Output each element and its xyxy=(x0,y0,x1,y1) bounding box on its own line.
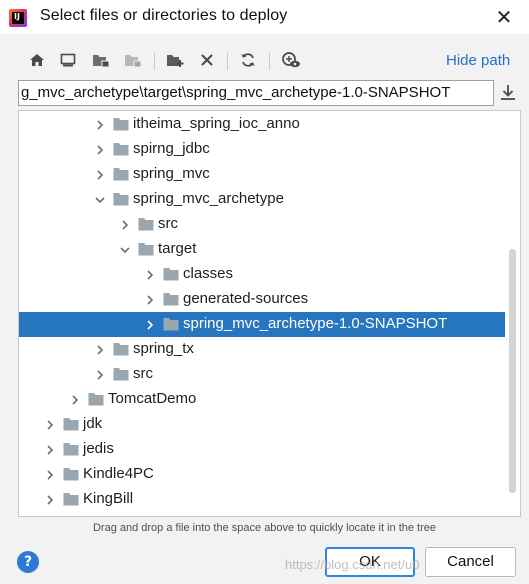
chevron-right-icon[interactable] xyxy=(44,468,56,480)
chevron-right-icon[interactable] xyxy=(44,493,56,505)
desktop-button[interactable] xyxy=(57,49,79,71)
folder-icon xyxy=(63,467,79,481)
toolbar-separator xyxy=(227,52,228,70)
chevron-right-icon[interactable] xyxy=(44,418,56,430)
tree-row-label: Kindle4PC xyxy=(83,465,154,482)
download-button[interactable] xyxy=(499,83,519,103)
tree-row[interactable]: generated-sources xyxy=(19,287,505,312)
tree-row[interactable]: spring_mvc_archetype xyxy=(19,187,505,212)
module-folder-icon xyxy=(125,55,142,68)
folder-icon xyxy=(163,317,179,331)
project-button[interactable] xyxy=(90,49,112,71)
home-button[interactable] xyxy=(26,49,48,71)
chevron-right-icon[interactable] xyxy=(94,168,106,180)
folder-icon xyxy=(63,492,79,506)
scrollbar-thumb[interactable] xyxy=(509,249,516,493)
chevron-down-icon[interactable] xyxy=(119,243,131,255)
refresh-button[interactable] xyxy=(237,49,259,71)
tree-row[interactable]: spring_mvc xyxy=(19,162,505,187)
tree-row-label: spring_mvc_archetype-1.0-SNAPSHOT xyxy=(183,315,448,332)
drag-drop-hint: Drag and drop a file into the space abov… xyxy=(92,522,437,534)
refresh-icon xyxy=(241,53,255,67)
tree-row[interactable]: jdk xyxy=(19,412,505,437)
tree-row[interactable]: Kindle4PC xyxy=(19,462,505,487)
tree-row-label: target xyxy=(158,240,197,257)
folder-icon xyxy=(113,142,129,156)
close-button[interactable]: ✕ xyxy=(490,3,518,31)
new-folder-button[interactable] xyxy=(164,49,186,71)
folder-icon xyxy=(63,442,79,456)
cancel-button[interactable]: Cancel xyxy=(425,547,516,577)
path-input[interactable]: g_mvc_archetype\target\spring_mvc_archet… xyxy=(18,80,494,106)
new-folder-icon xyxy=(167,55,184,67)
tree-row[interactable]: target xyxy=(19,237,505,262)
tree-row-label: jdk xyxy=(83,415,103,432)
folder-icon xyxy=(138,242,154,256)
folder-icon xyxy=(138,217,154,231)
folder-icon xyxy=(113,192,129,206)
tree-row-label: TomcatDemo xyxy=(108,390,197,407)
folder-icon xyxy=(63,417,79,431)
home-icon xyxy=(30,54,44,66)
chevron-right-icon[interactable] xyxy=(94,343,106,355)
tree-row-label: generated-sources xyxy=(183,290,309,307)
download-icon xyxy=(501,85,515,100)
tree-row[interactable]: KingBill xyxy=(19,487,505,512)
hide-path-link[interactable]: Hide path xyxy=(446,52,510,69)
chevron-right-icon[interactable] xyxy=(94,143,106,155)
tree-row-label: classes xyxy=(183,265,234,282)
folder-icon xyxy=(113,117,129,131)
tree-row-label: KingBill xyxy=(83,490,134,507)
chevron-right-icon[interactable] xyxy=(44,443,56,455)
tree-row-label: spirng_jdbc xyxy=(133,140,210,157)
delete-button[interactable] xyxy=(196,49,218,71)
path-row: g_mvc_archetype\target\spring_mvc_archet… xyxy=(18,80,523,106)
toolbar-separator xyxy=(154,52,155,70)
tree-row-label: src xyxy=(133,365,153,382)
tree-row[interactable]: src xyxy=(19,362,505,387)
chevron-right-icon[interactable] xyxy=(94,368,106,380)
tree-row-label: spring_mvc_archetype xyxy=(133,190,284,207)
folder-icon xyxy=(113,167,129,181)
show-hidden-button[interactable] xyxy=(280,49,302,71)
folder-icon xyxy=(113,342,129,356)
folder-icon xyxy=(163,267,179,281)
tree-row-label: itheima_spring_ioc_anno xyxy=(133,115,300,132)
toolbar-separator xyxy=(269,52,270,70)
folder-icon xyxy=(163,292,179,306)
file-tree[interactable]: itheima_spring_ioc_anno spirng_jdbcspring… xyxy=(18,110,521,517)
tree-row-label: spring_tx xyxy=(133,340,194,357)
tree-row[interactable]: classes xyxy=(19,262,505,287)
desktop-icon xyxy=(60,53,76,67)
delete-icon xyxy=(201,54,213,66)
tree-row[interactable]: itheima_spring_ioc_anno xyxy=(19,112,505,137)
chevron-right-icon[interactable] xyxy=(144,318,156,330)
tree-row[interactable]: TomcatDemo xyxy=(19,387,505,412)
chevron-right-icon[interactable] xyxy=(144,268,156,280)
folder-icon xyxy=(113,367,129,381)
watermark: https://blog.csdn.net/u0 xyxy=(285,557,420,572)
tree-row[interactable]: spring_mvc_archetype-1.0-SNAPSHOT xyxy=(19,312,505,337)
tree-row-label: src xyxy=(158,215,178,232)
chevron-right-icon[interactable] xyxy=(144,293,156,305)
tree-row-label: spring_mvc xyxy=(133,165,210,182)
tree-row[interactable]: spirng_jdbc xyxy=(19,137,505,162)
tree-row-label: jedis xyxy=(83,440,114,457)
show-hidden-icon xyxy=(282,52,300,68)
title-bar: IJ Select files or directories to deploy… xyxy=(0,0,529,34)
chevron-right-icon[interactable] xyxy=(94,118,106,130)
chevron-right-icon[interactable] xyxy=(119,218,131,230)
module-button[interactable] xyxy=(122,49,144,71)
chevron-right-icon[interactable] xyxy=(69,393,81,405)
tree-row[interactable]: jedis xyxy=(19,437,505,462)
tree-row[interactable]: src xyxy=(19,212,505,237)
chevron-down-icon[interactable] xyxy=(94,193,106,205)
dialog-title: Select files or directories to deploy xyxy=(40,7,288,24)
project-folder-icon xyxy=(93,55,110,68)
tree-row[interactable]: spring_tx xyxy=(19,337,505,362)
help-button[interactable]: ? xyxy=(17,551,39,573)
intellij-app-icon: IJ xyxy=(9,9,27,27)
folder-icon xyxy=(88,392,104,406)
